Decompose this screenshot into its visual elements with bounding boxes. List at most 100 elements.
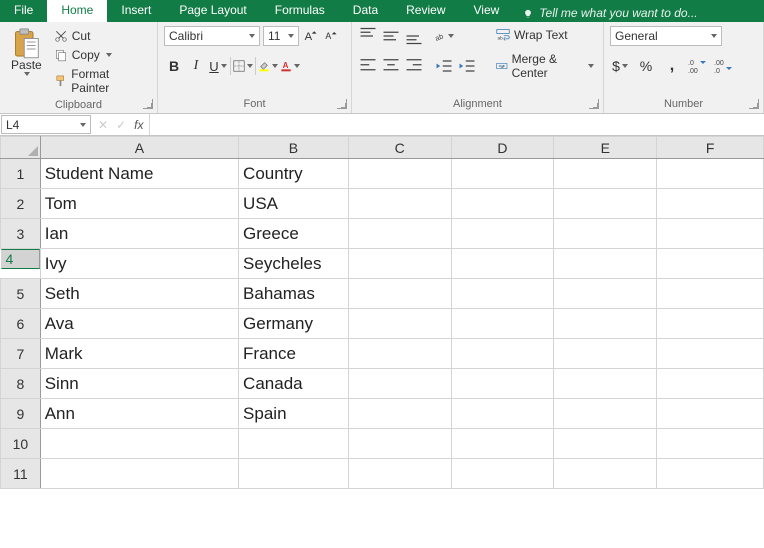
cell-B11[interactable] [239,459,349,489]
row-header-9[interactable]: 9 [1,399,41,429]
cell-E4[interactable] [554,249,657,279]
cell-B6[interactable]: Germany [239,309,349,339]
dialog-launcher-icon[interactable] [337,99,347,109]
cell-C1[interactable] [348,159,451,189]
cell-F10[interactable] [657,429,764,459]
cell-E10[interactable] [554,429,657,459]
formula-cancel-icon[interactable]: ✕ [98,118,108,132]
cell-A5[interactable]: Seth [40,279,238,309]
cut-button[interactable]: Cut [51,27,151,45]
col-header-C[interactable]: C [348,137,451,159]
cell-F2[interactable] [657,189,764,219]
cell-E11[interactable] [554,459,657,489]
align-bottom-button[interactable] [404,26,424,46]
currency-button[interactable]: $ [610,56,630,76]
align-right-button[interactable] [404,56,424,76]
dialog-launcher-icon[interactable] [589,99,599,109]
tab-file[interactable]: File [0,0,47,22]
cell-A4[interactable]: Ivy [40,249,238,279]
cell-D10[interactable] [451,429,554,459]
align-center-button[interactable] [381,56,401,76]
decrease-font-button[interactable]: A [322,26,340,46]
decrease-decimal-button[interactable]: .00.0 [714,56,734,76]
cell-E2[interactable] [554,189,657,219]
bold-button[interactable]: B [164,56,184,76]
col-header-B[interactable]: B [239,137,349,159]
increase-indent-button[interactable] [457,56,477,76]
cell-D4[interactable] [451,249,554,279]
fx-icon[interactable]: fx [134,118,143,132]
number-format-select[interactable]: General [610,26,722,46]
cell-B3[interactable]: Greece [239,219,349,249]
cell-C3[interactable] [348,219,451,249]
cell-F5[interactable] [657,279,764,309]
dialog-launcher-icon[interactable] [749,99,759,109]
orientation-button[interactable]: ab [434,26,454,46]
row-header-3[interactable]: 3 [1,219,41,249]
cell-C11[interactable] [348,459,451,489]
cell-B2[interactable]: USA [239,189,349,219]
cell-F1[interactable] [657,159,764,189]
cell-A11[interactable] [40,459,238,489]
cell-B10[interactable] [239,429,349,459]
cell-B1[interactable]: Country [239,159,349,189]
col-header-F[interactable]: F [657,137,764,159]
merge-center-button[interactable]: aMerge & Center [493,50,597,82]
cell-C9[interactable] [348,399,451,429]
cell-F9[interactable] [657,399,764,429]
cell-A1[interactable]: Student Name [40,159,238,189]
cell-A7[interactable]: Mark [40,339,238,369]
formula-accept-icon[interactable]: ✓ [116,118,126,132]
tab-view[interactable]: View [460,0,514,22]
cell-F6[interactable] [657,309,764,339]
row-header-6[interactable]: 6 [1,309,41,339]
cell-A2[interactable]: Tom [40,189,238,219]
cell-B7[interactable]: France [239,339,349,369]
cell-D2[interactable] [451,189,554,219]
cell-C2[interactable] [348,189,451,219]
row-header-10[interactable]: 10 [1,429,41,459]
align-left-button[interactable] [358,56,378,76]
cell-D6[interactable] [451,309,554,339]
tell-me-search[interactable]: Tell me what you want to do... [513,0,707,22]
row-header-2[interactable]: 2 [1,189,41,219]
cell-B4[interactable]: Seycheles [239,249,349,279]
dialog-launcher-icon[interactable] [143,99,153,109]
borders-button[interactable] [233,56,253,76]
cell-E9[interactable] [554,399,657,429]
cell-A3[interactable]: Ian [40,219,238,249]
col-header-E[interactable]: E [554,137,657,159]
row-header-8[interactable]: 8 [1,369,41,399]
cell-F11[interactable] [657,459,764,489]
row-header-5[interactable]: 5 [1,279,41,309]
cell-F3[interactable] [657,219,764,249]
italic-button[interactable]: I [186,56,206,76]
cell-F7[interactable] [657,339,764,369]
cell-E5[interactable] [554,279,657,309]
font-name-select[interactable]: Calibri [164,26,260,46]
cell-B9[interactable]: Spain [239,399,349,429]
paste-button[interactable]: Paste [6,26,47,97]
row-header-4[interactable]: 4 [1,249,40,269]
cell-D5[interactable] [451,279,554,309]
row-header-11[interactable]: 11 [1,459,41,489]
increase-decimal-button[interactable]: .0.00 [688,56,708,76]
cell-C4[interactable] [348,249,451,279]
cell-D8[interactable] [451,369,554,399]
cell-C10[interactable] [348,429,451,459]
cell-B5[interactable]: Bahamas [239,279,349,309]
increase-font-button[interactable]: A [302,26,320,46]
cell-C6[interactable] [348,309,451,339]
row-header-7[interactable]: 7 [1,339,41,369]
cell-D3[interactable] [451,219,554,249]
comma-button[interactable]: , [662,56,682,76]
cell-A6[interactable]: Ava [40,309,238,339]
cell-A10[interactable] [40,429,238,459]
cell-C5[interactable] [348,279,451,309]
cell-E1[interactable] [554,159,657,189]
align-middle-button[interactable] [381,26,401,46]
tab-review[interactable]: Review [392,0,459,22]
cell-D1[interactable] [451,159,554,189]
cell-F8[interactable] [657,369,764,399]
cell-D7[interactable] [451,339,554,369]
